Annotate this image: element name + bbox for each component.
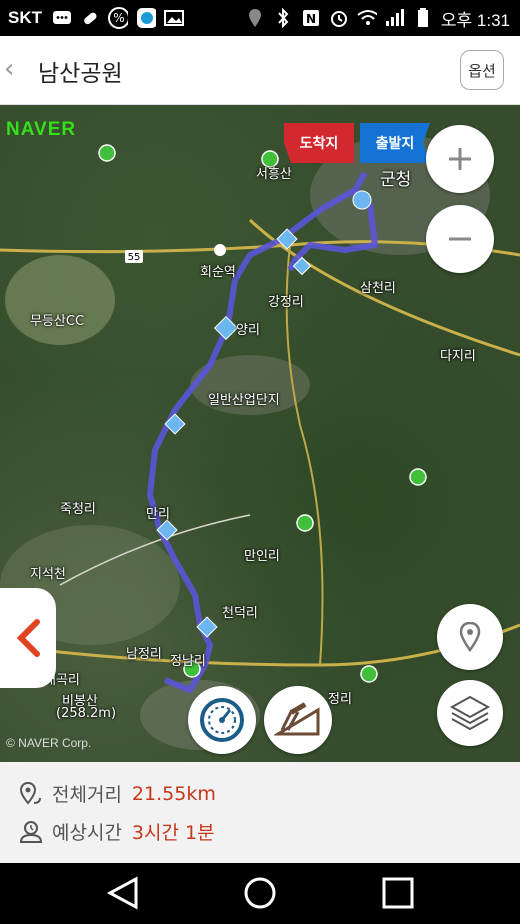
zoom-out-button[interactable]	[426, 205, 494, 273]
zoom-in-button[interactable]	[426, 125, 494, 193]
home-nav-icon[interactable]	[244, 877, 276, 909]
minus-icon	[449, 237, 471, 241]
alarm-icon	[329, 8, 349, 28]
app-icon	[136, 8, 156, 28]
recents-nav-icon[interactable]	[382, 877, 414, 909]
slope-icon	[274, 702, 320, 736]
road-number: 55	[128, 252, 141, 263]
time-value: 3시간 1분	[131, 822, 215, 844]
map-label: (258.2m)	[56, 706, 117, 721]
route-pin-icon	[19, 781, 41, 805]
chevron-left-icon[interactable]: ‹	[4, 54, 14, 84]
chevron-left-icon	[16, 619, 40, 657]
distance-value: 21.55km	[131, 782, 216, 805]
percent-icon: %	[108, 7, 128, 29]
elevation-button[interactable]	[264, 686, 332, 754]
map-label: 삼천리	[360, 281, 396, 296]
speedometer-icon	[200, 698, 244, 742]
map-label: 천덕리	[222, 606, 258, 621]
map-label: 서흥산	[256, 167, 292, 182]
status-bar: SKT % N 오후 1:31	[0, 0, 520, 36]
map-label: 정남리	[170, 654, 206, 669]
map-label: 다지리	[440, 349, 476, 364]
system-nav-bar	[0, 863, 520, 924]
nfc-icon: N	[301, 8, 321, 28]
option-button[interactable]: 옵션	[460, 50, 504, 90]
map-label: 죽청리	[60, 502, 96, 517]
back-nav-icon[interactable]	[106, 876, 138, 910]
image-icon	[164, 8, 184, 28]
map-label: 강정리	[268, 295, 304, 310]
map-label: 지석천	[30, 567, 66, 582]
svg-text:%: %	[113, 11, 124, 25]
message-icon	[52, 8, 72, 28]
map-label: 남정리	[126, 647, 162, 662]
speedometer-button[interactable]	[188, 686, 256, 754]
wifi-icon	[357, 8, 377, 28]
app-header: ‹ 남산공원 옵션	[0, 36, 520, 105]
map-label: 군청	[380, 170, 412, 190]
clock-time: 오후 1:31	[440, 10, 510, 30]
option-label: 옵션	[468, 61, 496, 80]
svg-text:N: N	[306, 12, 316, 26]
location-pin-icon	[459, 622, 481, 652]
location-icon	[245, 8, 265, 28]
end-flag-label: 도착지	[299, 136, 339, 152]
time-row: 예상시간 3시간 1분	[18, 818, 215, 845]
map-view[interactable]: 55 NAVER 도착지 출발지 서흥산 군청 회순역 무등산CC 강정리 양리…	[0, 105, 520, 762]
naver-logo: NAVER	[6, 119, 77, 140]
plus-icon	[449, 148, 471, 170]
start-flag: 출발지	[360, 123, 430, 163]
carrier-label: SKT	[8, 8, 42, 27]
my-location-button[interactable]	[437, 604, 503, 670]
distance-row: 전체거리 21.55km	[18, 780, 216, 807]
map-label: 무등산CC	[30, 314, 85, 329]
route-info-panel: 전체거리 21.55km 예상시간 3시간 1분	[0, 762, 520, 863]
map-label: 양리	[236, 323, 260, 338]
start-flag-label: 출발지	[375, 136, 415, 152]
map-copyright: © NAVER Corp.	[6, 736, 92, 750]
map-label: 일반산업단지	[208, 393, 280, 408]
person-time-icon	[19, 820, 43, 843]
layers-icon	[449, 695, 491, 731]
side-panel-toggle[interactable]	[0, 588, 56, 688]
map-label: 만인리	[244, 549, 280, 564]
page-title: 남산공원	[38, 61, 123, 87]
map-label: 정리	[328, 692, 352, 707]
signal-icon	[385, 8, 405, 28]
map-layers-button[interactable]	[437, 680, 503, 746]
time-label: 예상시간	[52, 822, 122, 844]
end-flag: 도착지	[284, 123, 354, 163]
pill-icon	[80, 8, 100, 28]
map-label: 만리	[146, 507, 170, 522]
map-canvas: 55	[0, 135, 520, 750]
map-label: 회순역	[200, 265, 236, 280]
nav-icons	[106, 876, 414, 910]
battery-icon	[413, 8, 433, 28]
bluetooth-icon	[273, 8, 293, 28]
distance-label: 전체거리	[52, 784, 122, 806]
